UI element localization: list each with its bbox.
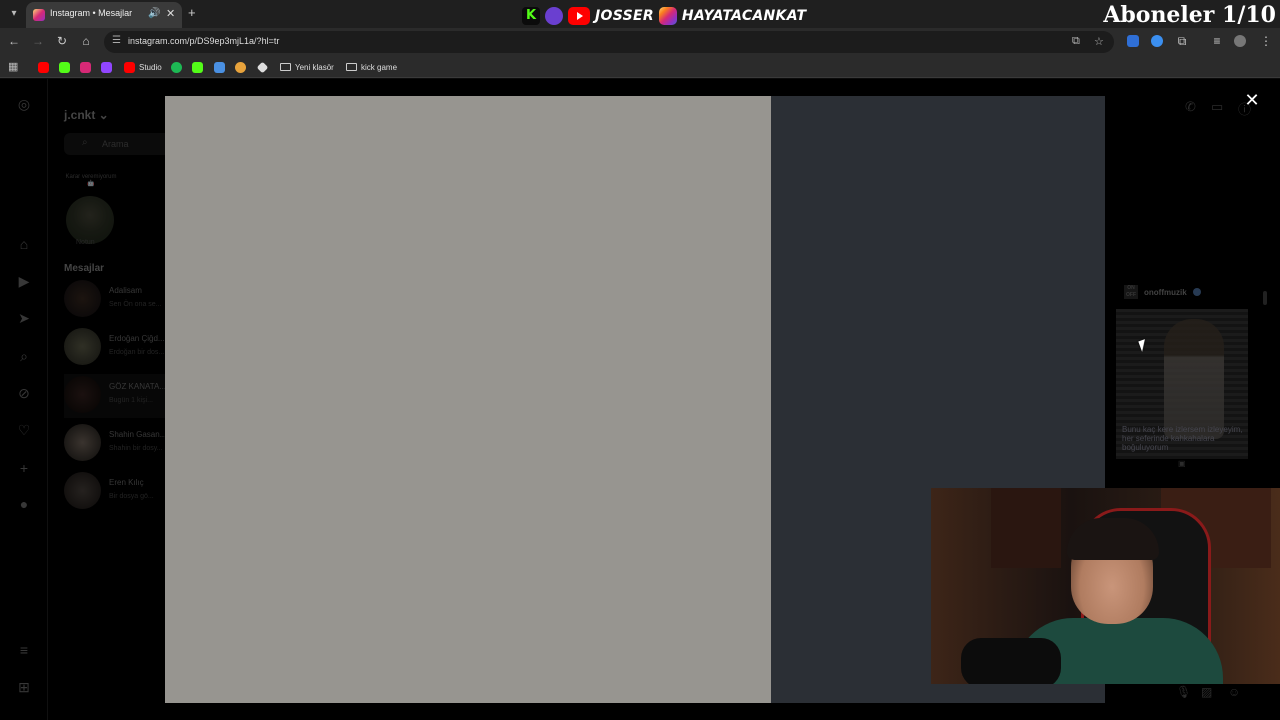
bookmark-studio[interactable]: Studio — [124, 59, 162, 75]
bookmarks-bar: ▦ Studio Yeni klasör kick game — [0, 56, 1280, 78]
bookmark-folder-yeni[interactable]: Yeni klasör — [280, 59, 334, 75]
streamer-hair — [1067, 518, 1159, 560]
edit-icon — [214, 61, 225, 73]
stream-overlay-brand: K JOSSER HAYATACANKAT — [522, 5, 806, 27]
bookmark-kick[interactable] — [59, 59, 70, 75]
youtube-icon — [568, 7, 590, 25]
twitch-icon — [545, 7, 563, 25]
brand-name: JOSSER — [595, 8, 654, 24]
speaker-icon[interactable]: 🔊 — [148, 8, 160, 19]
apps-grid-icon[interactable]: ▦ — [8, 60, 18, 73]
install-app-icon[interactable]: ⧉ — [1072, 35, 1080, 48]
webcam-overlay — [931, 488, 1280, 684]
address-bar: ← → ↻ ⌂ ☰ instagram.com/p/DS9ep3mjL1a/?h… — [0, 28, 1280, 56]
screen: ▾ Instagram • Mesajlar 🔊 ✕ + K JOSSER HA… — [0, 0, 1280, 720]
bookmark-star-icon[interactable]: ☆ — [1094, 35, 1104, 48]
social-handle: HAYATACANKAT — [681, 8, 807, 24]
close-icon[interactable]: ✕ — [1243, 90, 1261, 111]
game-icon — [235, 61, 246, 73]
controller — [961, 638, 1061, 684]
tab-close-icon[interactable]: ✕ — [166, 7, 175, 20]
tab-search-icon[interactable]: ▾ — [6, 6, 22, 22]
bookmark-label: kick game — [361, 62, 398, 72]
bookmark-kick-2[interactable] — [192, 59, 203, 75]
bookmark-instagram[interactable] — [80, 59, 91, 75]
bookmark-label: Yeni klasör — [295, 62, 334, 72]
folder-icon — [346, 63, 357, 71]
home-icon[interactable]: ⌂ — [78, 34, 94, 48]
spotify-icon — [171, 61, 182, 73]
bookmark-edit[interactable] — [214, 59, 225, 75]
extensions-puzzle-icon[interactable]: ⧉ — [1174, 34, 1190, 49]
wall-poster — [991, 488, 1061, 568]
site-info-icon[interactable]: ☰ — [112, 35, 121, 46]
kick-icon: K — [522, 7, 540, 25]
bookmark-youtube[interactable] — [38, 59, 49, 75]
profile-avatar[interactable] — [1234, 35, 1246, 47]
bookmark-diamond[interactable] — [256, 59, 269, 75]
kick-icon — [59, 61, 70, 73]
instagram-icon — [80, 61, 91, 73]
extension-icon[interactable] — [1151, 35, 1163, 47]
post-media-loading[interactable] — [165, 96, 771, 703]
new-tab-icon[interactable]: + — [188, 5, 196, 20]
tab-bar: ▾ Instagram • Mesajlar 🔊 ✕ + K JOSSER HA… — [0, 0, 1280, 28]
bookmark-twitch[interactable] — [101, 59, 112, 75]
reload-icon[interactable]: ↻ — [54, 34, 70, 48]
twitch-icon — [101, 61, 112, 73]
folder-icon — [280, 63, 291, 71]
menu-kebab-icon[interactable]: ⋮ — [1258, 34, 1274, 48]
youtube-studio-icon — [124, 61, 135, 73]
tab-title: Instagram • Mesajlar — [50, 8, 133, 18]
back-icon[interactable]: ← — [6, 34, 22, 48]
kick-icon — [192, 61, 203, 73]
url-field[interactable]: ☰ instagram.com/p/DS9ep3mjL1a/?hl=tr ⧉ ☆ — [104, 31, 1114, 53]
extension-icon[interactable] — [1127, 35, 1139, 47]
youtube-icon — [38, 61, 49, 73]
bookmark-label: Studio — [139, 62, 162, 72]
diamond-icon — [256, 61, 269, 73]
forward-icon[interactable]: → — [30, 34, 46, 48]
browser-tab[interactable]: Instagram • Mesajlar 🔊 ✕ — [26, 2, 182, 28]
instagram-icon — [658, 7, 677, 25]
subscriber-goal: Aboneler 1/10 — [1103, 2, 1276, 28]
instagram-icon — [33, 9, 45, 21]
media-control-icon[interactable]: ≡ — [1209, 34, 1225, 48]
bookmark-game[interactable] — [235, 59, 246, 75]
bookmark-folder-kick-game[interactable]: kick game — [346, 59, 397, 75]
url-text: instagram.com/p/DS9ep3mjL1a/?hl=tr — [128, 36, 280, 46]
bookmark-spotify[interactable] — [171, 59, 182, 75]
